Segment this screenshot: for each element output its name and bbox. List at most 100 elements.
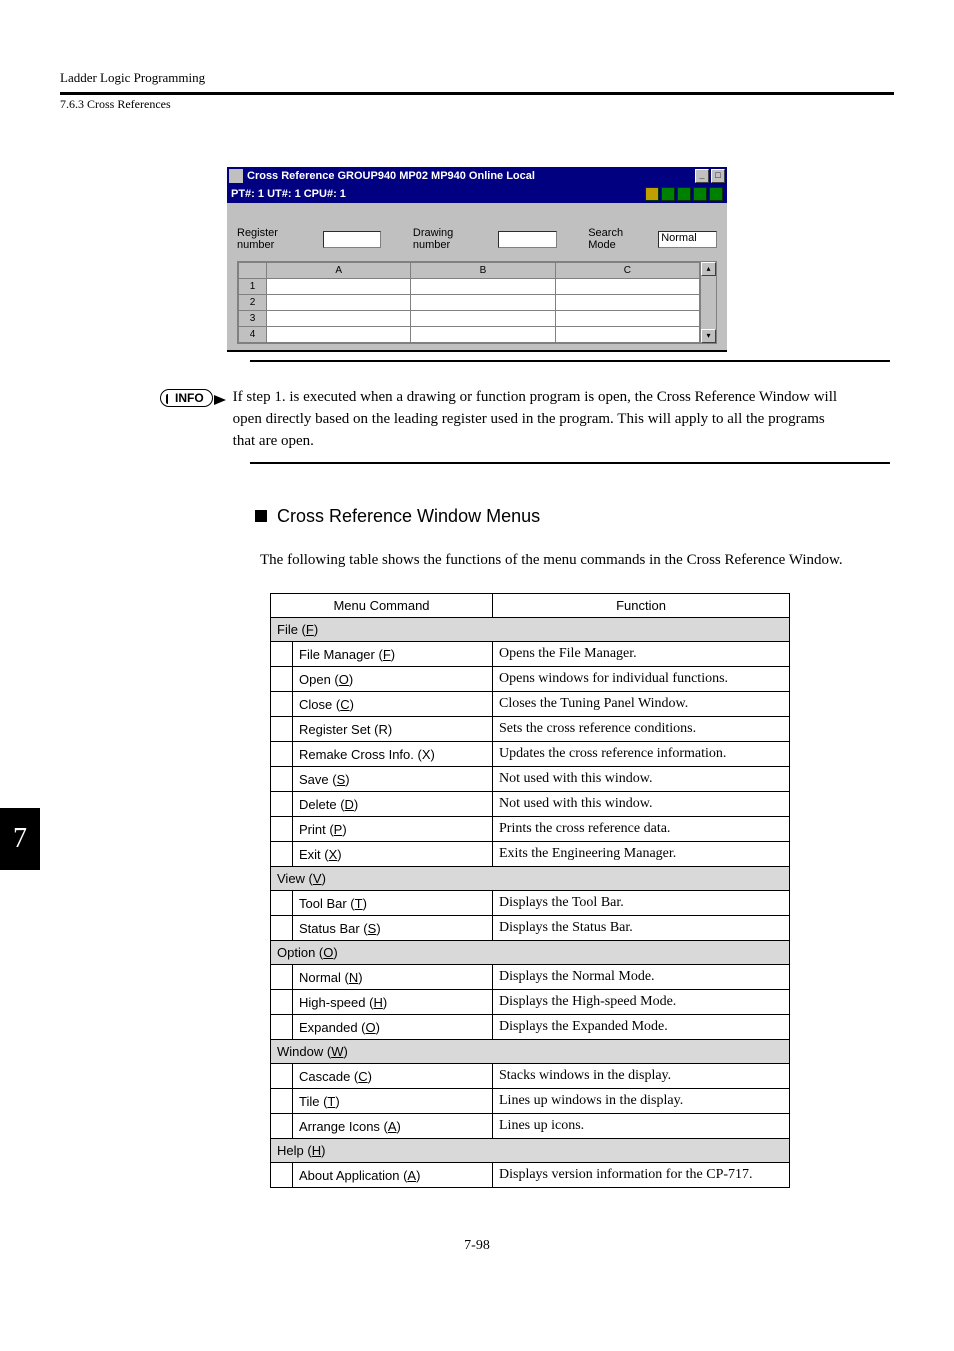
table-indent-cell [271,842,293,867]
table-indent-cell [271,642,293,667]
table-command-cell: Normal (N) [293,965,493,990]
table-command-cell: Print (P) [293,817,493,842]
grid-row-header: 4 [239,327,267,343]
bullet-square-icon [255,510,267,522]
table-indent-cell [271,742,293,767]
table-function-cell: Opens the File Manager. [493,642,790,667]
table-function-cell: Sets the cross reference conditions. [493,717,790,742]
table-indent-cell [271,767,293,792]
window-title: Cross Reference GROUP940 MP02 MP940 Onli… [247,170,695,182]
info-text: If step 1. is executed when a drawing or… [233,387,843,452]
info-rule [250,462,890,464]
table-function-cell: Opens windows for individual functions. [493,667,790,692]
table-command-cell: Remake Cross Info. (X) [293,742,493,767]
table-command-cell: Arrange Icons (A) [293,1114,493,1139]
vertical-scrollbar[interactable]: ▴ ▾ [701,261,717,344]
grid-corner [239,263,267,279]
table-indent-cell [271,916,293,941]
drawing-number-label: Drawing number [413,227,492,251]
table-command-cell: Exit (X) [293,842,493,867]
table-command-cell: Cascade (C) [293,1064,493,1089]
table-indent-cell [271,1064,293,1089]
grid-row-header: 3 [239,311,267,327]
minimize-button[interactable]: _ [695,169,709,183]
table-function-cell: Displays the Tool Bar. [493,891,790,916]
status-icon [693,187,707,201]
search-mode-input[interactable]: Normal [658,231,717,248]
table-group-row: Help (H) [271,1139,790,1163]
table-header-function: Function [493,594,790,618]
table-indent-cell [271,692,293,717]
table-command-cell: Status Bar (S) [293,916,493,941]
table-indent-cell [271,891,293,916]
status-icon [645,187,659,201]
register-number-input[interactable] [323,231,382,248]
table-command-cell: Expanded (O) [293,1015,493,1040]
status-icon [709,187,723,201]
grid-col-header: A [267,263,411,279]
table-group-row: Option (O) [271,941,790,965]
table-command-cell: Open (O) [293,667,493,692]
section-heading: Cross Reference Window Menus [255,506,894,527]
chapter-tab: 7 [0,808,40,870]
table-function-cell: Displays the Normal Mode. [493,965,790,990]
rule-top [60,92,894,95]
table-indent-cell [271,817,293,842]
page-number: 7-98 [60,1238,894,1254]
table-function-cell: Closes the Tuning Panel Window. [493,692,790,717]
scroll-down-button[interactable]: ▾ [701,329,716,343]
grid-row-header: 2 [239,295,267,311]
grid-col-header: B [411,263,555,279]
table-indent-cell [271,1163,293,1188]
window-icon [229,169,243,183]
sub-head: 7.6.3 Cross References [60,97,894,112]
table-indent-cell [271,1015,293,1040]
table-group-row: View (V) [271,867,790,891]
table-function-cell: Stacks windows in the display. [493,1064,790,1089]
table-indent-cell [271,667,293,692]
search-mode-label: Search Mode [588,227,652,251]
status-icon [661,187,675,201]
status-text: PT#: 1 UT#: 1 CPU#: 1 [231,188,346,200]
embedded-screenshot: Cross Reference GROUP940 MP02 MP940 Onli… [227,167,727,352]
table-indent-cell [271,717,293,742]
window-titlebar: Cross Reference GROUP940 MP02 MP940 Onli… [227,167,727,185]
table-command-cell: File Manager (F) [293,642,493,667]
register-number-label: Register number [237,227,317,251]
drawing-number-input[interactable] [498,231,557,248]
grid-row-header: 1 [239,279,267,295]
table-group-row: Window (W) [271,1040,790,1064]
table-indent-cell [271,792,293,817]
table-indent-cell [271,1089,293,1114]
info-badge: INFO [160,389,213,407]
table-command-cell: Delete (D) [293,792,493,817]
table-command-cell: Register Set (R) [293,717,493,742]
scroll-up-button[interactable]: ▴ [701,262,716,276]
window-body: Register number Drawing number Search Mo… [227,203,727,350]
table-function-cell: Not used with this window. [493,792,790,817]
table-indent-cell [271,990,293,1015]
table-command-cell: Save (S) [293,767,493,792]
table-function-cell: Exits the Engineering Manager. [493,842,790,867]
maximize-button[interactable]: □ [711,169,725,183]
table-function-cell: Updates the cross reference information. [493,742,790,767]
table-function-cell: Lines up icons. [493,1114,790,1139]
table-indent-cell [271,965,293,990]
table-group-row: File (F) [271,618,790,642]
table-function-cell: Displays version information for the CP-… [493,1163,790,1188]
status-icon [677,187,691,201]
section-lead: The following table shows the functions … [260,547,860,575]
table-function-cell: Displays the Status Bar. [493,916,790,941]
table-command-cell: Tile (T) [293,1089,493,1114]
table-command-cell: High-speed (H) [293,990,493,1015]
grid-col-header: C [555,263,699,279]
table-command-cell: About Application (A) [293,1163,493,1188]
table-command-cell: Close (C) [293,692,493,717]
table-function-cell: Not used with this window. [493,767,790,792]
table-function-cell: Displays the High-speed Mode. [493,990,790,1015]
running-head: Ladder Logic Programming [60,70,894,86]
result-grid[interactable]: A B C 1 2 3 4 [237,261,701,344]
table-header-command: Menu Command [271,594,493,618]
menu-commands-table: Menu Command Function File (F)File Manag… [270,593,790,1188]
table-function-cell: Prints the cross reference data. [493,817,790,842]
